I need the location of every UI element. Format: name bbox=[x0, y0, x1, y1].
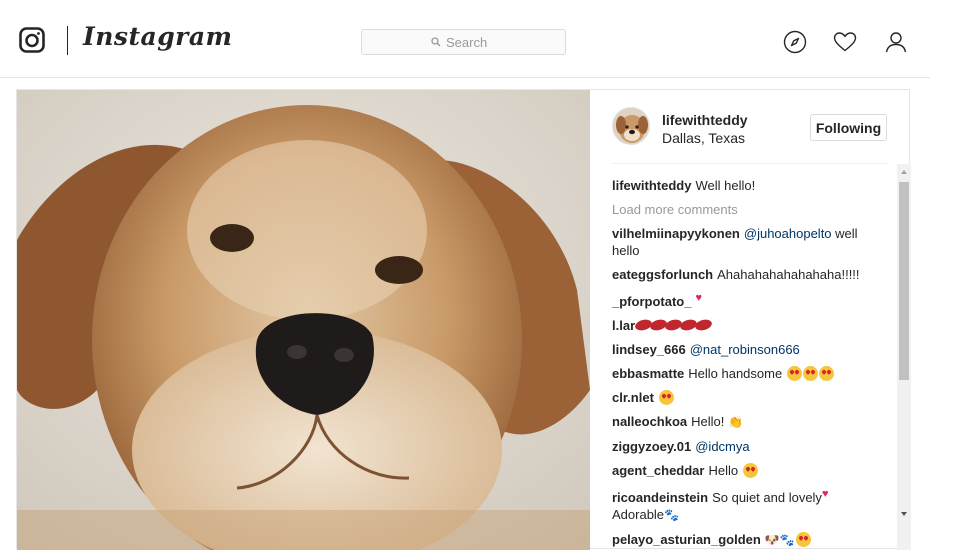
comment-username[interactable]: eateggsforlunch bbox=[612, 267, 713, 282]
comment-mention[interactable]: @juhoahopelto bbox=[744, 226, 832, 241]
search-input[interactable] bbox=[446, 34, 496, 50]
post-photo[interactable] bbox=[17, 90, 590, 550]
search-box[interactable] bbox=[361, 29, 566, 55]
comment-text: So quiet and lovely bbox=[712, 490, 822, 505]
list-item: ricoandeinstein So quiet and lovely♥ Ador… bbox=[612, 486, 888, 524]
list-item: clr.nlet bbox=[612, 389, 888, 406]
list-item: nalleochkoa Hello! 👏 bbox=[612, 413, 888, 431]
face-emoji-icon bbox=[658, 390, 674, 405]
lips-emoji-icon bbox=[634, 317, 714, 333]
dog-photo-illustration bbox=[17, 90, 590, 550]
top-nav: Instagram bbox=[0, 0, 930, 78]
comments-scrollbar[interactable] bbox=[897, 164, 911, 550]
comment-text: Adorable bbox=[612, 507, 665, 522]
comment-text: Hello! bbox=[691, 414, 725, 429]
list-item: vilhelmiinapyykonen @juhoahopelto well he… bbox=[612, 225, 888, 259]
list-item: _pforpotato_ ♥ bbox=[612, 290, 888, 310]
post-author-username[interactable]: lifewithteddy bbox=[662, 112, 748, 128]
comment-username[interactable]: nalleochkoa bbox=[612, 414, 687, 429]
list-item: agent_cheddar Hello bbox=[612, 462, 888, 479]
heart-emoji-icon: ♥ bbox=[695, 292, 702, 304]
comment-text: Hello handsome bbox=[688, 366, 783, 381]
caption: lifewithteddy Well hello! bbox=[612, 177, 888, 194]
scroll-thumb[interactable] bbox=[899, 182, 909, 380]
comment-mention[interactable]: @idcmya bbox=[695, 439, 749, 454]
heart-icon[interactable] bbox=[833, 30, 857, 54]
post-sidebar: lifewithteddy Dallas, Texas Following li… bbox=[591, 90, 911, 550]
list-item: l.lar bbox=[612, 317, 888, 334]
comment-text: Well hello! bbox=[695, 178, 756, 193]
avatar[interactable] bbox=[612, 107, 650, 145]
list-item: lindsey_666 @nat_robinson666 bbox=[612, 341, 888, 358]
following-button[interactable]: Following bbox=[810, 114, 887, 141]
scroll-up-arrow-icon[interactable] bbox=[901, 170, 907, 174]
comment-username[interactable]: lindsey_666 bbox=[612, 342, 686, 357]
comment-text: Hello bbox=[708, 463, 739, 478]
comment-username[interactable]: clr.nlet bbox=[612, 390, 654, 405]
comment-mention[interactable]: @nat_robinson666 bbox=[690, 342, 800, 357]
instagram-wordmark[interactable]: Instagram bbox=[83, 22, 233, 51]
logo-divider bbox=[67, 26, 68, 55]
comments-list: lifewithteddy Well hello! Load more comme… bbox=[612, 177, 888, 550]
profile-icon[interactable] bbox=[884, 30, 908, 54]
list-item: eateggsforlunch Ahahahahahahahaha!!!!! bbox=[612, 266, 888, 283]
scroll-down-arrow-icon[interactable] bbox=[901, 512, 907, 516]
load-more-comments-link[interactable]: Load more comments bbox=[612, 201, 888, 218]
camera-icon[interactable] bbox=[19, 27, 45, 53]
post-header: lifewithteddy Dallas, Texas Following bbox=[591, 90, 911, 164]
clap-emoji-icon: 👏 bbox=[728, 415, 743, 429]
paw-emoji-icon: 🐾 bbox=[664, 508, 679, 522]
comment-username[interactable]: _pforpotato_ bbox=[612, 294, 691, 309]
compass-icon[interactable] bbox=[783, 30, 807, 54]
heart-eyes-emoji-icon bbox=[786, 366, 834, 381]
post-card: lifewithteddy Dallas, Texas Following li… bbox=[16, 89, 911, 550]
list-item: ebbasmatte Hello handsome bbox=[612, 365, 888, 382]
list-item: ziggyzoey.01 @idcmya bbox=[612, 438, 888, 455]
header-divider bbox=[612, 163, 888, 164]
comment-username[interactable]: ziggyzoey.01 bbox=[612, 439, 691, 454]
comment-username[interactable]: l.lar bbox=[612, 318, 635, 333]
search-icon bbox=[431, 37, 441, 47]
heart-eyes-emoji-icon bbox=[742, 463, 758, 478]
comment-text: Ahahahahahahahaha!!!!! bbox=[717, 267, 860, 282]
comment-username[interactable]: lifewithteddy bbox=[612, 178, 691, 193]
dog-avatar-icon bbox=[613, 108, 649, 144]
comment-username[interactable]: agent_cheddar bbox=[612, 463, 704, 478]
list-item: pelayo_asturian_golden 🐶🐾 bbox=[612, 531, 888, 549]
comment-username[interactable]: ricoandeinstein bbox=[612, 490, 708, 505]
comment-username[interactable]: ebbasmatte bbox=[612, 366, 684, 381]
heart-emoji-icon: ♥ bbox=[821, 488, 829, 500]
post-location[interactable]: Dallas, Texas bbox=[662, 130, 745, 146]
comment-username[interactable]: vilhelmiinapyykonen bbox=[612, 226, 740, 241]
